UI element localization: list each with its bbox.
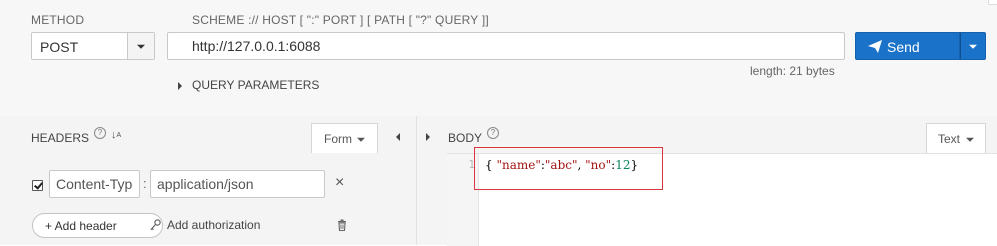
trash-icon[interactable] <box>337 219 347 231</box>
header-name-input[interactable] <box>49 170 140 198</box>
method-dropdown-button[interactable] <box>127 33 154 59</box>
body-mode-dropdown[interactable]: Text <box>926 123 986 153</box>
form-mode-dropdown[interactable]: Form <box>311 123 378 153</box>
add-authorization-label: Add authorization <box>167 218 261 232</box>
method-value: POST <box>40 39 79 55</box>
sort-glyph: ↓ <box>111 129 117 141</box>
panel-divider <box>416 116 417 245</box>
chevron-down-icon <box>137 44 145 49</box>
method-label: METHOD <box>31 13 85 27</box>
key-icon <box>150 219 161 231</box>
expand-right-icon[interactable] <box>426 133 430 141</box>
collapse-left-icon[interactable] <box>396 133 400 141</box>
header-value-input[interactable] <box>150 170 325 198</box>
length-text: length: 21 bytes <box>750 64 835 78</box>
header-separator: : <box>143 176 147 191</box>
url-input[interactable] <box>167 32 845 60</box>
sort-icon[interactable]: ↓A <box>111 129 121 141</box>
close-icon[interactable]: × <box>335 174 344 192</box>
chevron-down-icon <box>969 44 977 49</box>
help-icon[interactable]: ? <box>487 127 499 139</box>
headers-title: HEADERS <box>31 131 90 145</box>
body-mode-label: Text <box>938 132 961 146</box>
send-button[interactable]: Send <box>855 32 960 60</box>
add-header-button[interactable]: + Add header <box>32 213 163 238</box>
header-enabled-checkbox[interactable] <box>32 180 43 191</box>
body-title: BODY <box>448 131 483 145</box>
send-options-button[interactable] <box>960 32 986 60</box>
chevron-down-icon <box>966 137 974 142</box>
add-header-label: + Add header <box>45 219 117 233</box>
chevron-down-icon <box>357 137 365 142</box>
sort-glyph-suffix: A <box>116 132 122 139</box>
form-mode-label: Form <box>324 132 352 146</box>
caret-right-icon <box>178 82 182 90</box>
query-parameters-label: QUERY PARAMETERS <box>192 78 320 92</box>
help-icon[interactable]: ? <box>94 127 106 139</box>
method-select[interactable]: POST <box>31 32 155 60</box>
paper-plane-icon <box>868 40 882 53</box>
send-label: Send <box>887 39 920 55</box>
highlight-annotation-box <box>474 147 663 190</box>
url-label: SCHEME :// HOST [ ":" PORT ] [ PATH [ "?… <box>192 13 489 27</box>
window-corner <box>988 0 997 5</box>
